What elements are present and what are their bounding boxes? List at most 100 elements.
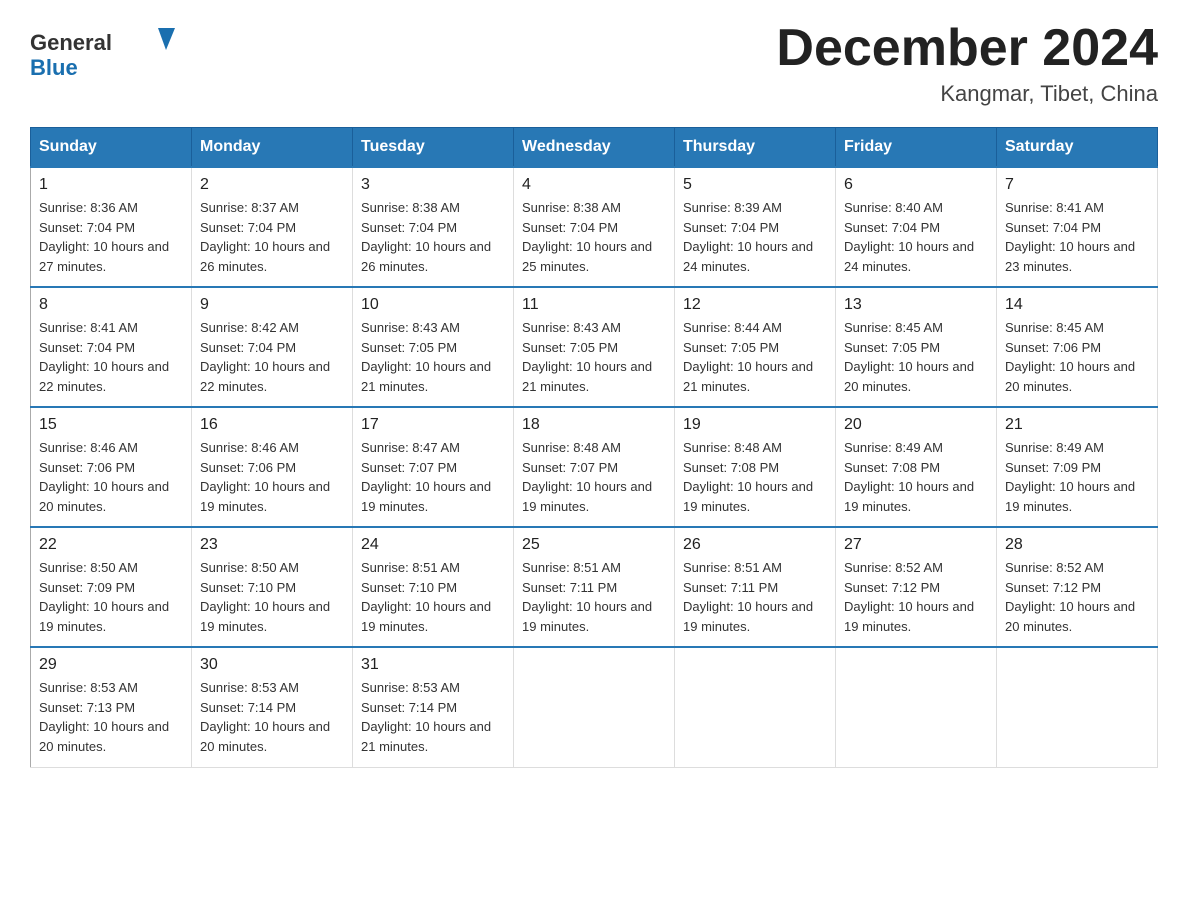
day-info: Sunrise: 8:48 AMSunset: 7:08 PMDaylight:… — [683, 438, 827, 516]
week-row-1: 1 Sunrise: 8:36 AMSunset: 7:04 PMDayligh… — [31, 167, 1158, 287]
day-number: 17 — [361, 416, 505, 434]
day-header-thursday: Thursday — [675, 128, 836, 168]
calendar-cell — [514, 647, 675, 767]
day-number: 8 — [39, 296, 183, 314]
calendar-cell: 17 Sunrise: 8:47 AMSunset: 7:07 PMDaylig… — [353, 407, 514, 527]
day-number: 6 — [844, 176, 988, 194]
day-info: Sunrise: 8:53 AMSunset: 7:14 PMDaylight:… — [200, 678, 344, 756]
calendar-cell: 11 Sunrise: 8:43 AMSunset: 7:05 PMDaylig… — [514, 287, 675, 407]
calendar-cell: 4 Sunrise: 8:38 AMSunset: 7:04 PMDayligh… — [514, 167, 675, 287]
calendar-cell: 8 Sunrise: 8:41 AMSunset: 7:04 PMDayligh… — [31, 287, 192, 407]
calendar-cell: 19 Sunrise: 8:48 AMSunset: 7:08 PMDaylig… — [675, 407, 836, 527]
calendar-cell: 20 Sunrise: 8:49 AMSunset: 7:08 PMDaylig… — [836, 407, 997, 527]
day-number: 31 — [361, 656, 505, 674]
calendar-cell: 5 Sunrise: 8:39 AMSunset: 7:04 PMDayligh… — [675, 167, 836, 287]
calendar-cell: 10 Sunrise: 8:43 AMSunset: 7:05 PMDaylig… — [353, 287, 514, 407]
day-info: Sunrise: 8:40 AMSunset: 7:04 PMDaylight:… — [844, 198, 988, 276]
day-info: Sunrise: 8:41 AMSunset: 7:04 PMDaylight:… — [1005, 198, 1149, 276]
calendar-cell: 3 Sunrise: 8:38 AMSunset: 7:04 PMDayligh… — [353, 167, 514, 287]
calendar-cell: 25 Sunrise: 8:51 AMSunset: 7:11 PMDaylig… — [514, 527, 675, 647]
days-header-row: SundayMondayTuesdayWednesdayThursdayFrid… — [31, 128, 1158, 168]
calendar-cell: 30 Sunrise: 8:53 AMSunset: 7:14 PMDaylig… — [192, 647, 353, 767]
page-header: General Blue December 2024 Kangmar, Tibe… — [30, 20, 1158, 107]
calendar-cell: 27 Sunrise: 8:52 AMSunset: 7:12 PMDaylig… — [836, 527, 997, 647]
day-info: Sunrise: 8:52 AMSunset: 7:12 PMDaylight:… — [1005, 558, 1149, 636]
week-row-4: 22 Sunrise: 8:50 AMSunset: 7:09 PMDaylig… — [31, 527, 1158, 647]
day-number: 11 — [522, 296, 666, 314]
day-info: Sunrise: 8:53 AMSunset: 7:14 PMDaylight:… — [361, 678, 505, 756]
day-number: 19 — [683, 416, 827, 434]
day-number: 3 — [361, 176, 505, 194]
day-number: 26 — [683, 536, 827, 554]
day-number: 21 — [1005, 416, 1149, 434]
day-number: 23 — [200, 536, 344, 554]
day-number: 27 — [844, 536, 988, 554]
day-info: Sunrise: 8:49 AMSunset: 7:08 PMDaylight:… — [844, 438, 988, 516]
day-header-sunday: Sunday — [31, 128, 192, 168]
day-number: 12 — [683, 296, 827, 314]
calendar-cell: 26 Sunrise: 8:51 AMSunset: 7:11 PMDaylig… — [675, 527, 836, 647]
calendar-cell: 2 Sunrise: 8:37 AMSunset: 7:04 PMDayligh… — [192, 167, 353, 287]
day-number: 16 — [200, 416, 344, 434]
day-number: 22 — [39, 536, 183, 554]
day-header-friday: Friday — [836, 128, 997, 168]
day-number: 25 — [522, 536, 666, 554]
calendar-cell: 15 Sunrise: 8:46 AMSunset: 7:06 PMDaylig… — [31, 407, 192, 527]
day-info: Sunrise: 8:50 AMSunset: 7:10 PMDaylight:… — [200, 558, 344, 636]
day-number: 9 — [200, 296, 344, 314]
calendar-cell: 21 Sunrise: 8:49 AMSunset: 7:09 PMDaylig… — [997, 407, 1158, 527]
day-number: 1 — [39, 176, 183, 194]
calendar-cell: 28 Sunrise: 8:52 AMSunset: 7:12 PMDaylig… — [997, 527, 1158, 647]
day-info: Sunrise: 8:38 AMSunset: 7:04 PMDaylight:… — [522, 198, 666, 276]
day-header-tuesday: Tuesday — [353, 128, 514, 168]
calendar-cell — [997, 647, 1158, 767]
day-number: 13 — [844, 296, 988, 314]
day-info: Sunrise: 8:51 AMSunset: 7:11 PMDaylight:… — [683, 558, 827, 636]
day-number: 5 — [683, 176, 827, 194]
day-info: Sunrise: 8:41 AMSunset: 7:04 PMDaylight:… — [39, 318, 183, 396]
calendar-cell: 6 Sunrise: 8:40 AMSunset: 7:04 PMDayligh… — [836, 167, 997, 287]
calendar-cell: 22 Sunrise: 8:50 AMSunset: 7:09 PMDaylig… — [31, 527, 192, 647]
day-number: 7 — [1005, 176, 1149, 194]
day-header-wednesday: Wednesday — [514, 128, 675, 168]
calendar-cell: 14 Sunrise: 8:45 AMSunset: 7:06 PMDaylig… — [997, 287, 1158, 407]
day-info: Sunrise: 8:44 AMSunset: 7:05 PMDaylight:… — [683, 318, 827, 396]
day-number: 15 — [39, 416, 183, 434]
calendar-cell: 31 Sunrise: 8:53 AMSunset: 7:14 PMDaylig… — [353, 647, 514, 767]
day-number: 24 — [361, 536, 505, 554]
calendar-cell: 13 Sunrise: 8:45 AMSunset: 7:05 PMDaylig… — [836, 287, 997, 407]
day-info: Sunrise: 8:37 AMSunset: 7:04 PMDaylight:… — [200, 198, 344, 276]
day-header-monday: Monday — [192, 128, 353, 168]
day-number: 4 — [522, 176, 666, 194]
day-info: Sunrise: 8:51 AMSunset: 7:10 PMDaylight:… — [361, 558, 505, 636]
day-info: Sunrise: 8:43 AMSunset: 7:05 PMDaylight:… — [361, 318, 505, 396]
day-number: 18 — [522, 416, 666, 434]
title-area: December 2024 Kangmar, Tibet, China — [776, 20, 1158, 107]
calendar-cell: 1 Sunrise: 8:36 AMSunset: 7:04 PMDayligh… — [31, 167, 192, 287]
calendar-cell: 12 Sunrise: 8:44 AMSunset: 7:05 PMDaylig… — [675, 287, 836, 407]
day-info: Sunrise: 8:46 AMSunset: 7:06 PMDaylight:… — [39, 438, 183, 516]
calendar-cell: 24 Sunrise: 8:51 AMSunset: 7:10 PMDaylig… — [353, 527, 514, 647]
day-number: 30 — [200, 656, 344, 674]
logo-svg: General Blue — [30, 20, 180, 85]
week-row-2: 8 Sunrise: 8:41 AMSunset: 7:04 PMDayligh… — [31, 287, 1158, 407]
month-title: December 2024 — [776, 20, 1158, 77]
logo: General Blue — [30, 20, 180, 85]
calendar-cell — [675, 647, 836, 767]
day-info: Sunrise: 8:49 AMSunset: 7:09 PMDaylight:… — [1005, 438, 1149, 516]
day-info: Sunrise: 8:38 AMSunset: 7:04 PMDaylight:… — [361, 198, 505, 276]
day-info: Sunrise: 8:43 AMSunset: 7:05 PMDaylight:… — [522, 318, 666, 396]
svg-text:General: General — [30, 30, 112, 55]
day-header-saturday: Saturday — [997, 128, 1158, 168]
day-info: Sunrise: 8:50 AMSunset: 7:09 PMDaylight:… — [39, 558, 183, 636]
location: Kangmar, Tibet, China — [776, 81, 1158, 107]
day-number: 20 — [844, 416, 988, 434]
day-info: Sunrise: 8:51 AMSunset: 7:11 PMDaylight:… — [522, 558, 666, 636]
calendar-cell: 9 Sunrise: 8:42 AMSunset: 7:04 PMDayligh… — [192, 287, 353, 407]
day-info: Sunrise: 8:48 AMSunset: 7:07 PMDaylight:… — [522, 438, 666, 516]
day-info: Sunrise: 8:45 AMSunset: 7:05 PMDaylight:… — [844, 318, 988, 396]
week-row-3: 15 Sunrise: 8:46 AMSunset: 7:06 PMDaylig… — [31, 407, 1158, 527]
svg-text:Blue: Blue — [30, 55, 78, 80]
day-info: Sunrise: 8:52 AMSunset: 7:12 PMDaylight:… — [844, 558, 988, 636]
calendar-cell — [836, 647, 997, 767]
